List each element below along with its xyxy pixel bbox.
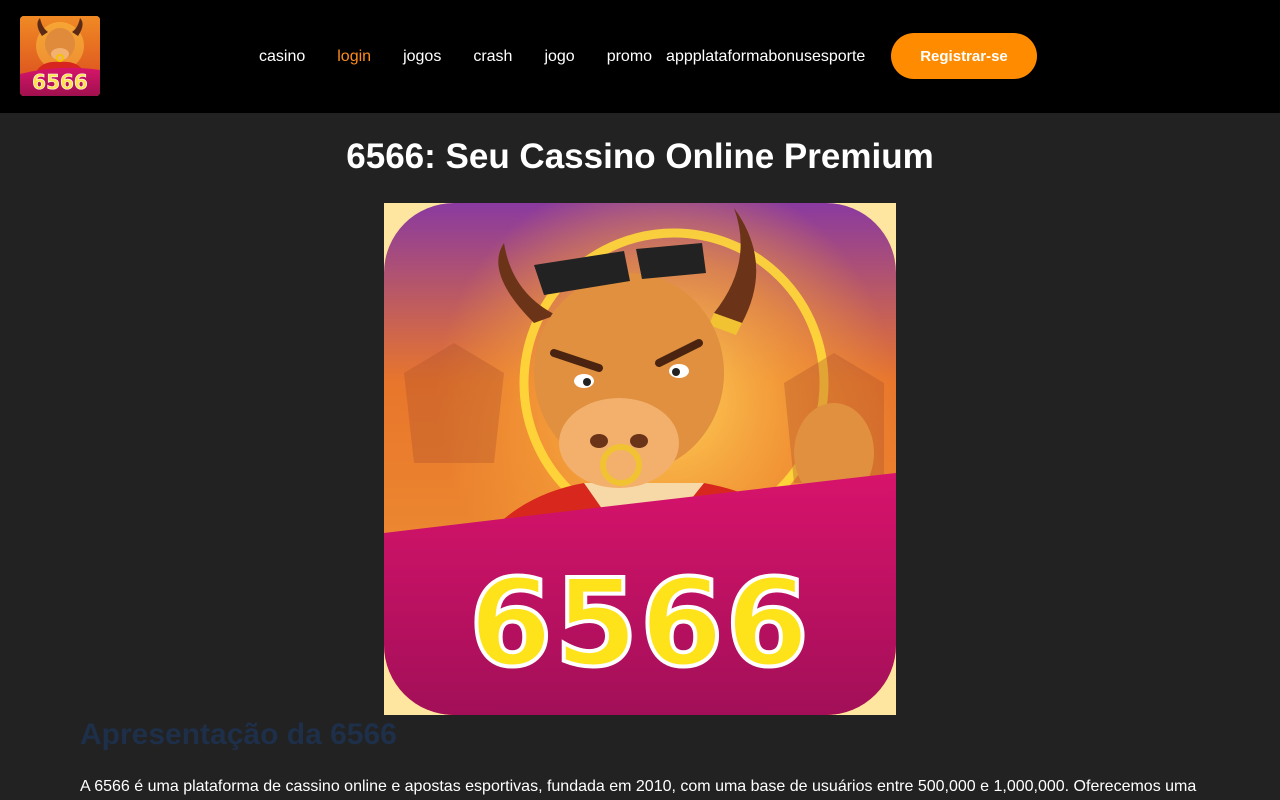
- nav-link-app[interactable]: app: [666, 48, 693, 66]
- nav-link-crash[interactable]: crash: [473, 48, 512, 66]
- site-logo[interactable]: 6566: [20, 16, 100, 96]
- nav-link-casino[interactable]: casino: [259, 48, 305, 66]
- nav-link-plataforma[interactable]: plataforma: [693, 48, 769, 66]
- top-header: 6566 casino login jogos crash jogo promo…: [0, 0, 1280, 113]
- page-title: 6566: Seu Cassino Online Premium: [346, 137, 934, 176]
- logo-text: 6566: [32, 70, 88, 95]
- nav-link-esporte[interactable]: esporte: [812, 48, 865, 66]
- register-button[interactable]: Registrar-se: [891, 33, 1037, 79]
- nav-link-jogos[interactable]: jogos: [403, 48, 441, 66]
- nav-link-bonus[interactable]: bonus: [768, 48, 812, 66]
- nav-link-jogo[interactable]: jogo: [544, 48, 574, 66]
- hero-number-text: 6566: [467, 553, 811, 696]
- main-nav: casino login jogos crash jogo promo app …: [259, 46, 865, 68]
- section-heading: Apresentação da 6566: [80, 718, 397, 751]
- nav-link-promo[interactable]: promo: [607, 48, 652, 66]
- intro-paragraph: A 6566 é uma plataforma de cassino onlin…: [80, 778, 1197, 795]
- hero-banner-image: 6566: [384, 203, 896, 715]
- nav-link-login[interactable]: login: [337, 48, 371, 66]
